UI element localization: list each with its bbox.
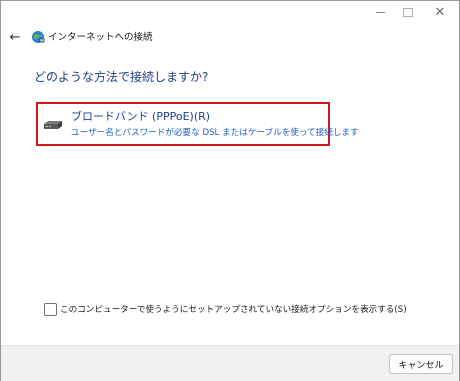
title-bar: ✕ <box>1 1 459 23</box>
show-unconfigured-options-row[interactable]: このコンピューターで使うようにセットアップされていない接続オプションを表示する(… <box>44 303 454 317</box>
option-description: ユーザー名とパスワードが必要な DSL またはケーブルを使って接続します <box>71 128 359 138</box>
page-heading: どのような方法で接続しますか? <box>34 70 209 84</box>
modem-icon <box>44 121 62 129</box>
option-title: ブロードバンド (PPPoE)(R) <box>71 110 211 123</box>
broadband-pppoe-option[interactable]: ブロードバンド (PPPoE)(R) ユーザー名とパスワードが必要な DSL ま… <box>36 102 359 146</box>
close-button[interactable]: ✕ <box>425 1 455 23</box>
checkbox-label[interactable]: このコンピューターで使うようにセットアップされていない接続オプションを表示する(… <box>60 303 407 315</box>
cancel-button[interactable]: キャンセル <box>389 354 453 374</box>
back-button[interactable]: ← <box>7 27 23 47</box>
window-title: インターネットへの接続 <box>48 32 153 43</box>
maximize-button[interactable] <box>393 1 423 23</box>
nav-row: ← インターネットへの接続 <box>1 27 459 47</box>
maximize-icon <box>403 7 413 17</box>
minimize-button[interactable] <box>365 1 395 23</box>
minimize-icon <box>375 11 385 13</box>
globe-network-icon <box>32 31 45 43</box>
dialog-footer: キャンセル <box>1 345 459 381</box>
show-unconfigured-options-checkbox[interactable] <box>44 303 57 316</box>
connect-internet-dialog: ✕ ← インターネットへの接続 どのような方法で接続しますか? ブロードバンド … <box>0 0 460 381</box>
